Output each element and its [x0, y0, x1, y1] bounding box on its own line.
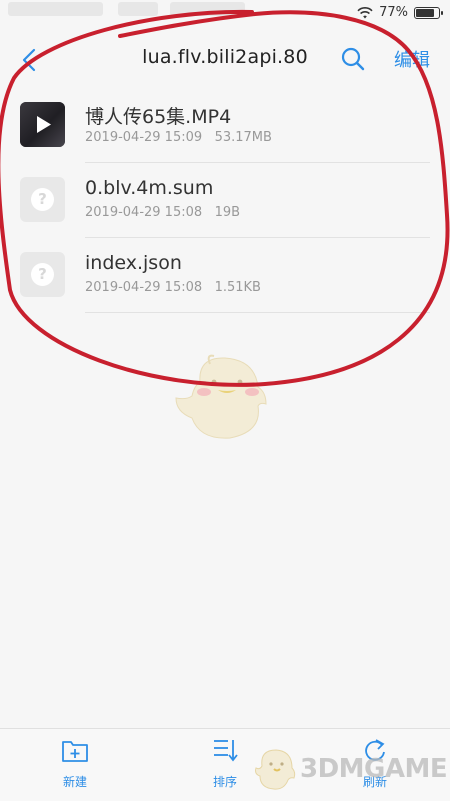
file-size: 19B	[214, 205, 241, 220]
battery-level	[416, 8, 435, 17]
new-folder-icon	[62, 741, 88, 762]
status-blur	[170, 2, 245, 16]
file-list: 博人传65集.MP4 2019-04-29 15:09 53.17MB ? 0.…	[0, 88, 450, 313]
file-meta: 2019-04-29 15:08 1.51KB	[85, 280, 261, 295]
file-meta: 2019-04-29 15:08 19B	[85, 205, 240, 220]
new-button[interactable]: 新建	[35, 737, 115, 790]
file-name: 博人传65集.MP4	[85, 106, 232, 128]
search-icon[interactable]	[340, 46, 366, 72]
watermark-text: 3DMGAME	[300, 754, 448, 784]
question-mark-icon: ?	[31, 263, 54, 286]
file-meta: 2019-04-29 15:09 53.17MB	[85, 130, 272, 145]
edit-button[interactable]: 编辑	[394, 46, 430, 72]
unknown-file-icon: ?	[20, 177, 65, 222]
new-label: 新建	[62, 775, 87, 789]
page-title: lua.flv.bili2api.80	[142, 46, 308, 68]
play-icon	[37, 116, 51, 133]
wifi-icon	[357, 6, 373, 18]
status-blur	[118, 2, 158, 16]
status-bar: 77%	[0, 0, 450, 30]
file-name: 0.blv.4m.sum	[85, 177, 214, 199]
file-size: 53.17MB	[214, 130, 272, 145]
video-thumbnail	[20, 102, 65, 147]
file-row-sum[interactable]: ? 0.blv.4m.sum 2019-04-29 15:08 19B	[0, 163, 450, 238]
mascot-illustration	[175, 354, 267, 439]
watermark-logo: 3DMGAME	[252, 744, 448, 794]
file-name: index.json	[85, 252, 182, 274]
file-date: 2019-04-29 15:09	[85, 130, 203, 145]
file-row-video[interactable]: 博人传65集.MP4 2019-04-29 15:09 53.17MB	[0, 88, 450, 163]
battery-percent: 77%	[379, 5, 408, 20]
file-size: 1.51KB	[214, 280, 261, 295]
divider	[85, 312, 430, 313]
unknown-file-icon: ?	[20, 252, 65, 297]
file-date: 2019-04-29 15:08	[85, 280, 203, 295]
watermark-mascot-icon	[255, 749, 296, 790]
top-bar: lua.flv.bili2api.80 编辑	[0, 40, 450, 80]
sort-icon	[214, 740, 238, 762]
status-indicators: 77%	[357, 5, 443, 20]
file-row-json[interactable]: ? index.json 2019-04-29 15:08 1.51KB	[0, 238, 450, 313]
status-blur	[8, 2, 103, 16]
file-date: 2019-04-29 15:08	[85, 205, 203, 220]
question-mark-icon: ?	[31, 188, 54, 211]
battery-icon	[414, 6, 443, 19]
